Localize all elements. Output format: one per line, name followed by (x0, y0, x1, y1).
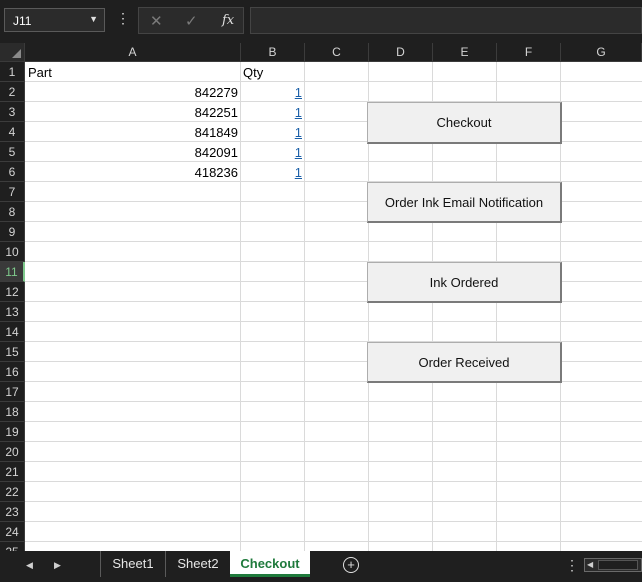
cancel-icon[interactable]: ✕ (150, 12, 163, 30)
column-header-d[interactable]: D (369, 43, 433, 62)
cell-b3-link[interactable]: 1 (241, 103, 302, 123)
row-header-6[interactable]: 6 (0, 162, 25, 182)
horizontal-scrollbar[interactable]: ◀ (584, 558, 642, 572)
row-header-20[interactable]: 20 (0, 442, 25, 462)
row-header-18[interactable]: 18 (0, 402, 25, 422)
grid-hline (25, 541, 642, 542)
cell-b5-link[interactable]: 1 (241, 143, 302, 163)
order-received-button[interactable]: Order Received (367, 342, 562, 383)
row-header-11[interactable]: 11 (0, 262, 25, 282)
scroll-tabs-right-icon[interactable]: ▶ (54, 560, 61, 571)
row-header-8[interactable]: 8 (0, 202, 25, 222)
cell-a6[interactable]: 418236 (25, 163, 238, 183)
order-ink-email-notification-button[interactable]: Order Ink Email Notification (367, 182, 562, 223)
name-box[interactable]: J11 ▼ (4, 8, 105, 32)
row-header-23[interactable]: 23 (0, 502, 25, 522)
column-header-b[interactable]: B (241, 43, 305, 62)
tab-sheet2[interactable]: Sheet2 (165, 551, 230, 577)
sheet-tab-bar: ◀ ▶ Sheet1 Sheet2 Checkout + ⋮ ◀ (0, 551, 642, 582)
cell-a3[interactable]: 842251 (25, 103, 238, 123)
chevron-down-icon[interactable]: ▼ (89, 14, 98, 24)
grid-hline (25, 241, 642, 242)
column-header-g[interactable]: G (561, 43, 642, 62)
grid-hline (25, 521, 642, 522)
row-header-21[interactable]: 21 (0, 462, 25, 482)
row-header-16[interactable]: 16 (0, 362, 25, 382)
vertical-ellipsis-icon[interactable]: ⋮ (116, 11, 130, 25)
row-header-1[interactable]: 1 (0, 62, 25, 82)
row-header-14[interactable]: 14 (0, 322, 25, 342)
grid-hline (25, 81, 642, 82)
cell-b4-link[interactable]: 1 (241, 123, 302, 143)
row-header-7[interactable]: 7 (0, 182, 25, 202)
add-sheet-icon[interactable]: + (343, 557, 359, 573)
column-header-e[interactable]: E (433, 43, 497, 62)
grid-hline (25, 441, 642, 442)
row-header-19[interactable]: 19 (0, 422, 25, 442)
row-header-15[interactable]: 15 (0, 342, 25, 362)
row-header-9[interactable]: 9 (0, 222, 25, 242)
grid-hline (25, 481, 642, 482)
cell-b6-link[interactable]: 1 (241, 163, 302, 183)
formula-input[interactable] (250, 7, 642, 34)
grid-hline (25, 321, 642, 322)
scroll-left-icon[interactable]: ◀ (587, 560, 593, 569)
spreadsheet-grid: A B C D E F G 1 2 3 4 5 6 7 8 9 10 11 12 13 14 15 16 17 1… (0, 43, 642, 551)
grid-vline (304, 62, 305, 551)
ink-ordered-button[interactable]: Ink Ordered (367, 262, 562, 303)
cell-a4[interactable]: 841849 (25, 123, 238, 143)
row-header-24[interactable]: 24 (0, 522, 25, 542)
row-header-10[interactable]: 10 (0, 242, 25, 262)
scroll-tabs-left-icon[interactable]: ◀ (26, 560, 33, 571)
row-header-25[interactable]: 25 (0, 542, 25, 551)
check-icon[interactable]: ✓ (185, 12, 198, 30)
cell-b1[interactable]: Qty (243, 63, 263, 83)
row-header-5[interactable]: 5 (0, 142, 25, 162)
function-icon[interactable]: fx (222, 13, 234, 28)
row-header-2[interactable]: 2 (0, 82, 25, 102)
checkout-button[interactable]: Checkout (367, 102, 562, 144)
name-box-value: J11 (13, 14, 32, 28)
column-header-f[interactable]: F (497, 43, 561, 62)
cell-b2-link[interactable]: 1 (241, 83, 302, 103)
cell-a2[interactable]: 842279 (25, 83, 238, 103)
scrollbar-thumb[interactable] (598, 560, 638, 570)
tab-sheet1[interactable]: Sheet1 (100, 551, 165, 577)
grid-hline (25, 401, 642, 402)
cell-a1[interactable]: Part (28, 63, 52, 83)
row-header-3[interactable]: 3 (0, 102, 25, 122)
row-header-4[interactable]: 4 (0, 122, 25, 142)
row-header-17[interactable]: 17 (0, 382, 25, 402)
column-header-a[interactable]: A (25, 43, 241, 62)
row-header-13[interactable]: 13 (0, 302, 25, 322)
formula-buttons: ✕ ✓ fx (138, 7, 244, 34)
formula-bar: J11 ▼ ⋮ ✕ ✓ fx (0, 0, 642, 43)
row-header-12[interactable]: 12 (0, 282, 25, 302)
grid-hline (25, 501, 642, 502)
column-header-c[interactable]: C (305, 43, 369, 62)
vertical-ellipsis-icon[interactable]: ⋮ (565, 557, 579, 574)
row-header-22[interactable]: 22 (0, 482, 25, 502)
tab-checkout[interactable]: Checkout (230, 551, 310, 577)
grid-hline (25, 421, 642, 422)
grid-hline (25, 461, 642, 462)
cell-a5[interactable]: 842091 (25, 143, 238, 163)
select-all-corner[interactable] (0, 43, 25, 62)
